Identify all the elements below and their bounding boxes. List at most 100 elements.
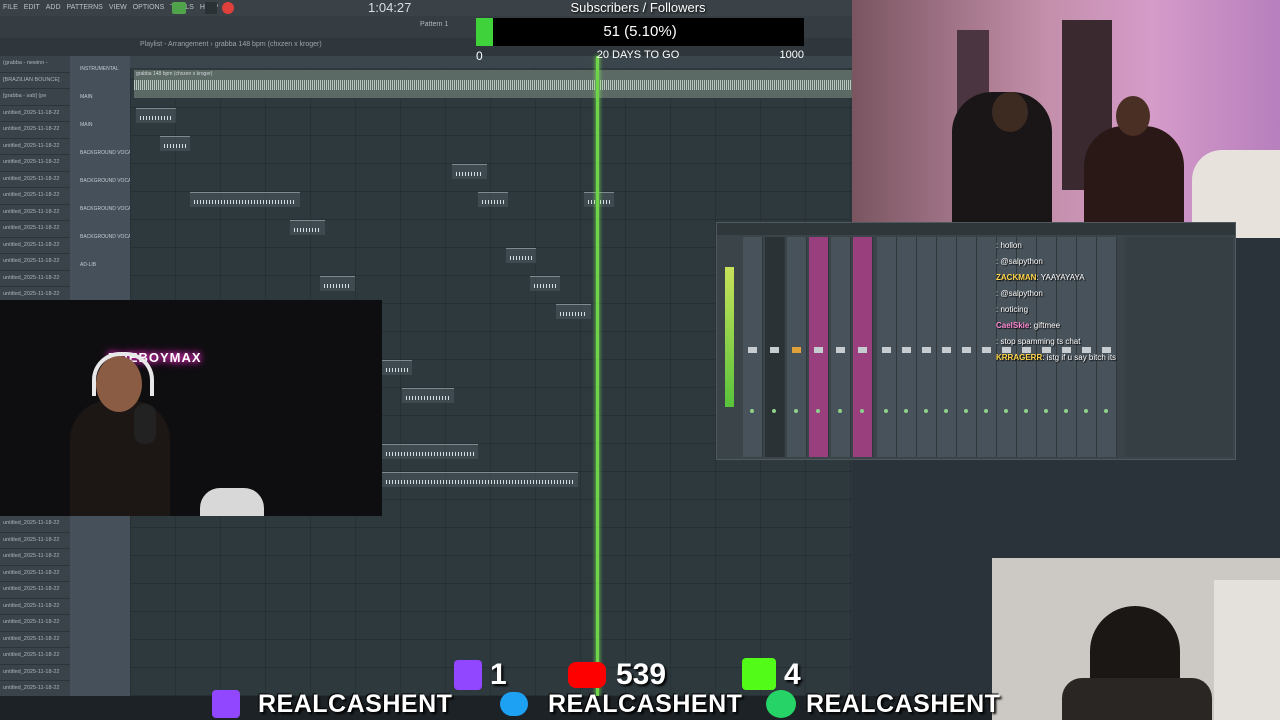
track-header[interactable]: AD-LIB: [70, 252, 130, 280]
strip-led: [944, 409, 948, 413]
fader[interactable]: [942, 347, 951, 353]
mixer-strip[interactable]: [809, 237, 829, 457]
record-button[interactable]: [222, 2, 234, 14]
audio-clip[interactable]: [382, 472, 578, 487]
picker-item[interactable]: untitled_2025-11-18-22: [0, 516, 70, 533]
picker-item[interactable]: [BRAZILIAN BOUNCE]: [0, 73, 70, 89]
fader[interactable]: [748, 347, 757, 353]
mixer-strip[interactable]: [743, 237, 763, 457]
picker-item[interactable]: untitled_2025-11-18-22: [0, 238, 70, 254]
strip-led: [984, 409, 988, 413]
mixer-strip[interactable]: [977, 237, 997, 457]
strip-led: [838, 409, 842, 413]
mixer-fx-slots[interactable]: [1125, 237, 1233, 457]
audio-clip[interactable]: [530, 276, 560, 291]
track-header[interactable]: BACKGROUND VOCAL: [70, 224, 134, 252]
audio-clip[interactable]: [190, 192, 300, 207]
track-header[interactable]: BACKGROUND VOCAL: [70, 168, 134, 196]
fader[interactable]: [962, 347, 971, 353]
track-header[interactable]: INSTRUMENTAL: [70, 56, 130, 84]
fader[interactable]: [814, 347, 823, 353]
mixer-strip[interactable]: [877, 237, 897, 457]
play-button[interactable]: [172, 2, 186, 14]
picker-item[interactable]: untitled_2025-11-18-22: [0, 172, 70, 188]
fader[interactable]: [792, 347, 801, 353]
track-header[interactable]: BACKGROUND VOCAL: [70, 196, 134, 224]
picker-item[interactable]: untitled_2025-11-18-22: [0, 582, 70, 599]
audio-clip[interactable]: [382, 360, 412, 375]
menu-edit[interactable]: EDIT: [24, 4, 40, 11]
chat-message: : stop spamming ts chat: [996, 334, 1126, 350]
track-header[interactable]: MAIN: [70, 112, 130, 140]
chat-text: : @salpython: [996, 289, 1043, 298]
mixer-strip[interactable]: [831, 237, 851, 457]
picker-item[interactable]: untitled_2025-11-18-22: [0, 155, 70, 172]
audio-clip-instrumental[interactable]: grabba 148 bpm (chxzen x kroger): [134, 70, 852, 98]
picker-item[interactable]: untitled_2025-11-18-22: [0, 106, 70, 122]
picker-item[interactable]: untitled_2025-11-18-22: [0, 254, 70, 271]
fader[interactable]: [902, 347, 911, 353]
strip-led: [1044, 409, 1048, 413]
mixer-strip[interactable]: [853, 237, 873, 457]
audio-clip[interactable]: [320, 276, 355, 291]
audio-clip[interactable]: [290, 220, 325, 235]
track-header[interactable]: MAIN: [70, 84, 130, 112]
picker-item[interactable]: untitled_2025-11-18-22: [0, 549, 70, 566]
stop-button[interactable]: [205, 2, 217, 14]
audio-clip[interactable]: [452, 164, 487, 179]
picker-item[interactable]: untitled_2025-11-18-22: [0, 122, 70, 139]
menu-patterns[interactable]: PATTERNS: [67, 4, 103, 11]
track-header[interactable]: BACKGROUND VOCAL: [70, 140, 134, 168]
whatsapp-icon: [766, 690, 796, 718]
waveform: [482, 200, 504, 204]
picker-panel-lower: untitled_2025-11-18-22 untitled_2025-11-…: [0, 516, 70, 698]
picker-item[interactable]: [grabba - sab] (pe: [0, 89, 70, 106]
youtube-icon: [568, 662, 606, 688]
mixer-strip[interactable]: [957, 237, 977, 457]
picker-item[interactable]: untitled_2025-11-18-22: [0, 648, 70, 665]
picker-item[interactable]: untitled_2025-11-18-22: [0, 566, 70, 582]
fader[interactable]: [770, 347, 779, 353]
picker-item[interactable]: untitled_2025-11-18-22: [0, 188, 70, 205]
mixer-strip[interactable]: [937, 237, 957, 457]
picker-item[interactable]: untitled_2025-11-18-22: [0, 139, 70, 155]
fader[interactable]: [882, 347, 891, 353]
mixer-strip[interactable]: [765, 237, 785, 457]
picker-item[interactable]: untitled_2025-11-18-22: [0, 599, 70, 615]
mixer-strip[interactable]: [917, 237, 937, 457]
picker-item[interactable]: (grabba - newinn -: [0, 56, 70, 73]
menu-options[interactable]: OPTIONS: [133, 4, 165, 11]
audio-clip[interactable]: [556, 304, 591, 319]
audio-clip[interactable]: [160, 136, 190, 151]
audio-clip[interactable]: [136, 108, 176, 123]
playhead[interactable]: [596, 56, 599, 696]
picker-item[interactable]: untitled_2025-11-18-22: [0, 271, 70, 287]
menu-add[interactable]: ADD: [46, 4, 61, 11]
fader[interactable]: [982, 347, 991, 353]
waveform: [406, 396, 450, 400]
audio-clip[interactable]: [402, 388, 454, 403]
strip-led: [1104, 409, 1108, 413]
audio-clip[interactable]: [584, 192, 614, 207]
menu-file[interactable]: FILE: [3, 4, 18, 11]
fader[interactable]: [858, 347, 867, 353]
mixer-strip[interactable]: [787, 237, 807, 457]
picker-item[interactable]: untitled_2025-11-18-22: [0, 615, 70, 632]
audio-clip[interactable]: [506, 248, 536, 263]
strip-led: [1064, 409, 1068, 413]
mixer-strip[interactable]: [897, 237, 917, 457]
picker-item[interactable]: untitled_2025-11-18-22: [0, 665, 70, 681]
person-head: [992, 92, 1028, 132]
mixer-titlebar[interactable]: [717, 223, 1235, 235]
audio-clip[interactable]: [382, 444, 478, 459]
picker-item[interactable]: untitled_2025-11-18-22: [0, 533, 70, 549]
fader[interactable]: [922, 347, 931, 353]
fader[interactable]: [836, 347, 845, 353]
menu-view[interactable]: VIEW: [109, 4, 127, 11]
audio-clip[interactable]: [478, 192, 508, 207]
chat-message: KRRAGERR: istg if u say bitch its: [996, 350, 1126, 366]
picker-item[interactable]: untitled_2025-11-18-22: [0, 221, 70, 238]
pattern-selector[interactable]: Pattern 1: [420, 21, 448, 28]
picker-item[interactable]: untitled_2025-11-18-22: [0, 632, 70, 648]
picker-item[interactable]: untitled_2025-11-18-22: [0, 205, 70, 221]
